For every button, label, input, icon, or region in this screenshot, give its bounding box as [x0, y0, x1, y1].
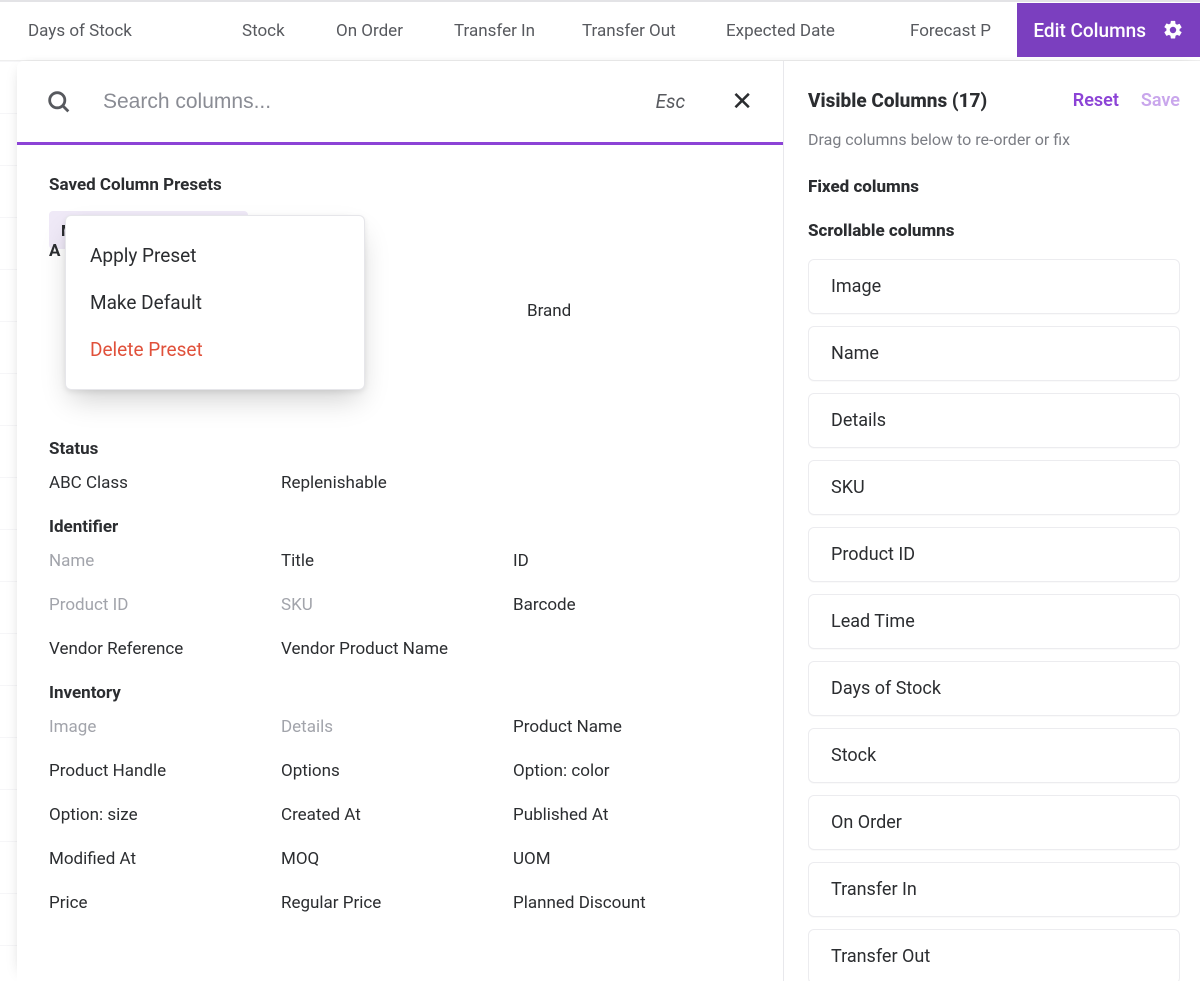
edit-columns-button[interactable]: Edit Columns — [1017, 3, 1200, 57]
visible-columns-header: Visible Columns (17) Reset Save — [808, 89, 1180, 112]
visible-columns-panel: Visible Columns (17) Reset Save Drag col… — [784, 61, 1200, 981]
column-option-barcode[interactable]: Barcode — [513, 595, 745, 615]
preset-menu: Apply Preset Make Default Delete Preset — [65, 215, 365, 390]
visible-col-transfer-in[interactable]: Transfer In — [808, 862, 1180, 917]
visible-col-days-of-stock[interactable]: Days of Stock — [808, 661, 1180, 716]
column-option-brand[interactable]: Brand — [527, 301, 571, 321]
visible-col-on-order[interactable]: On Order — [808, 795, 1180, 850]
column-option-product-handle[interactable]: Product Handle — [49, 761, 281, 781]
header-col-stock[interactable]: Stock — [242, 21, 336, 41]
header-col-transfer-in[interactable]: Transfer In — [454, 21, 582, 41]
column-option-uom[interactable]: UOM — [513, 849, 745, 869]
column-option-option-size[interactable]: Option: size — [49, 805, 281, 825]
group-title-status: Status — [49, 439, 751, 459]
scrollable-columns-label: Scrollable columns — [808, 221, 1180, 241]
preset-menu-delete[interactable]: Delete Preset — [66, 326, 364, 373]
save-button[interactable]: Save — [1141, 90, 1180, 111]
visible-col-stock[interactable]: Stock — [808, 728, 1180, 783]
group-inventory: Inventory Image Details Product Name Pro… — [49, 683, 751, 913]
column-picker-left: Esc ✕ Saved Column Presets My Preset A A… — [17, 61, 784, 981]
left-body: Saved Column Presets My Preset A Apply P… — [17, 145, 783, 913]
column-option-modified-at[interactable]: Modified At — [49, 849, 281, 869]
close-icon[interactable]: ✕ — [725, 85, 759, 119]
column-option-regular-price[interactable]: Regular Price — [281, 893, 513, 913]
header-col-transfer-out[interactable]: Transfer Out — [582, 21, 726, 41]
column-option-product-name[interactable]: Product Name — [513, 717, 745, 737]
preset-menu-make-default[interactable]: Make Default — [66, 279, 364, 326]
header-col-days-of-stock[interactable]: Days of Stock — [28, 21, 242, 41]
column-option-planned-discount[interactable]: Planned Discount — [513, 893, 745, 913]
visible-col-lead-time[interactable]: Lead Time — [808, 594, 1180, 649]
edit-columns-label: Edit Columns — [1033, 19, 1146, 42]
visible-col-image[interactable]: Image — [808, 259, 1180, 314]
column-option-options[interactable]: Options — [281, 761, 513, 781]
presets-section-title: Saved Column Presets — [49, 175, 751, 195]
scrollable-columns-list: Image Name Details SKU Product ID Lead T… — [808, 259, 1180, 981]
column-option-price[interactable]: Price — [49, 893, 281, 913]
search-icon — [45, 88, 73, 116]
column-option-abc-class[interactable]: ABC Class — [49, 473, 281, 493]
attribute-section-peek: A — [49, 241, 60, 261]
column-option-vendor-reference[interactable]: Vendor Reference — [49, 639, 281, 659]
visible-col-product-id[interactable]: Product ID — [808, 527, 1180, 582]
column-option-title[interactable]: Title — [281, 551, 513, 571]
group-status: Status ABC Class Replenishable — [49, 439, 751, 493]
column-option-name[interactable]: Name — [49, 551, 281, 571]
header-col-on-order[interactable]: On Order — [336, 21, 454, 41]
visible-col-name[interactable]: Name — [808, 326, 1180, 381]
column-option-id[interactable]: ID — [513, 551, 745, 571]
preset-menu-apply[interactable]: Apply Preset — [66, 232, 364, 279]
gear-icon — [1162, 19, 1184, 41]
column-option-replenishable[interactable]: Replenishable — [281, 473, 513, 493]
visible-col-sku[interactable]: SKU — [808, 460, 1180, 515]
column-option-moq[interactable]: MOQ — [281, 849, 513, 869]
reset-button[interactable]: Reset — [1073, 90, 1119, 111]
column-picker-panel: Esc ✕ Saved Column Presets My Preset A A… — [17, 61, 1200, 981]
search-input[interactable] — [103, 90, 626, 114]
visible-col-details[interactable]: Details — [808, 393, 1180, 448]
column-option-option-color[interactable]: Option: color — [513, 761, 745, 781]
column-option-details[interactable]: Details — [281, 717, 513, 737]
column-option-product-id[interactable]: Product ID — [49, 595, 281, 615]
column-option-image[interactable]: Image — [49, 717, 281, 737]
column-option-published-at[interactable]: Published At — [513, 805, 745, 825]
column-option-created-at[interactable]: Created At — [281, 805, 513, 825]
visible-col-transfer-out[interactable]: Transfer Out — [808, 929, 1180, 981]
column-option-vendor-product-name[interactable]: Vendor Product Name — [281, 639, 513, 659]
fixed-columns-label: Fixed columns — [808, 177, 1180, 197]
visible-columns-title: Visible Columns (17) — [808, 89, 1051, 112]
search-row: Esc ✕ — [17, 61, 783, 145]
group-title-identifier: Identifier — [49, 517, 751, 537]
group-title-inventory: Inventory — [49, 683, 751, 703]
visible-columns-hint: Drag columns below to re-order or fix — [808, 130, 1180, 149]
app-root: Days of Stock Stock On Order Transfer In… — [0, 0, 1200, 981]
column-option-sku[interactable]: SKU — [281, 595, 513, 615]
group-identifier: Identifier Name Title ID Product ID SKU … — [49, 517, 751, 659]
esc-hint: Esc — [656, 90, 686, 113]
header-col-expected-date[interactable]: Expected Date — [726, 21, 910, 41]
